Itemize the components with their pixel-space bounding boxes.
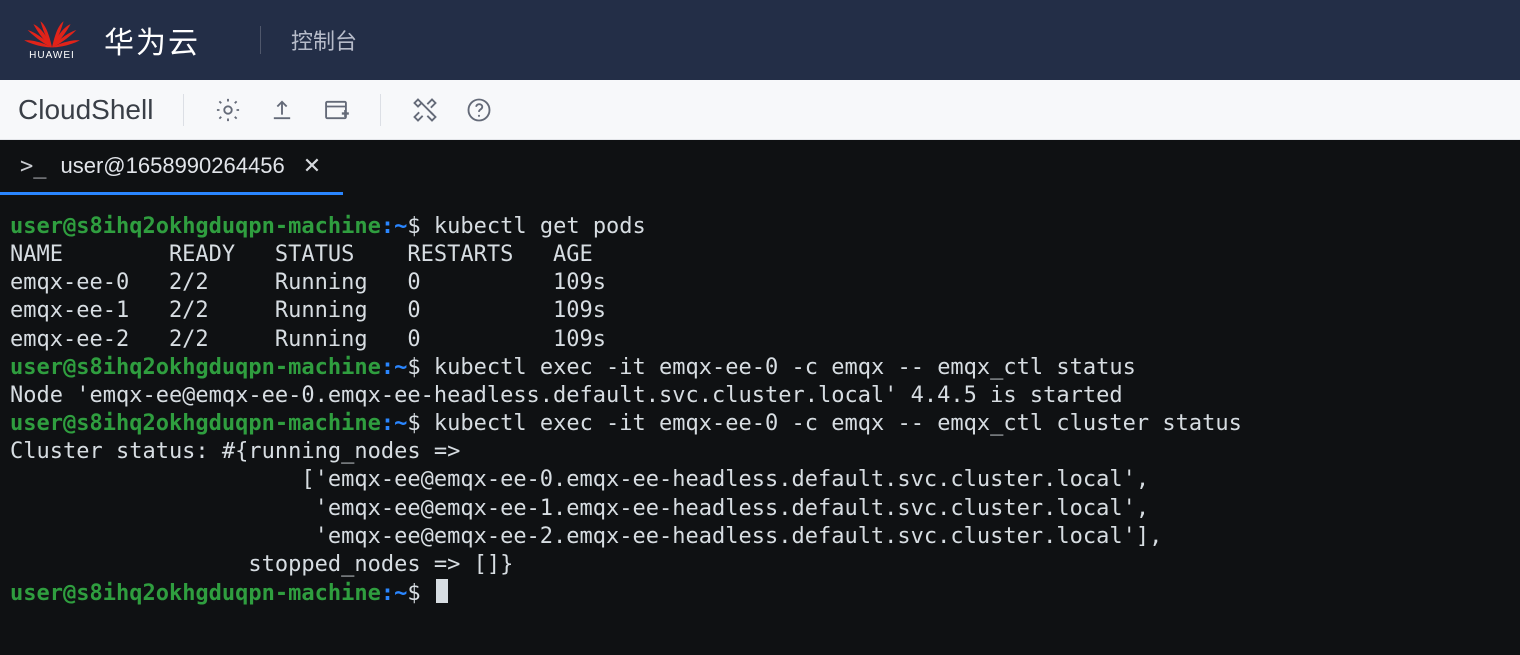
terminal-line: user@s8ihq2okhgduqpn-machine:~$ kubectl … [10,410,1510,438]
terminal-line: user@s8ihq2okhgduqpn-machine:~$ [10,579,1510,608]
header-divider [260,26,261,54]
terminal-line: 'emqx-ee@emqx-ee-1.emqx-ee-headless.defa… [10,495,1510,523]
terminal-line: 'emqx-ee@emqx-ee-2.emqx-ee-headless.defa… [10,523,1510,551]
toolbar-title: CloudShell [18,94,153,126]
cloudshell-toolbar: CloudShell [0,80,1520,140]
terminal-line: user@s8ihq2okhgduqpn-machine:~$ kubectl … [10,354,1510,382]
toolbar-divider-2 [380,94,381,126]
terminal-line: NAME READY STATUS RESTARTS AGE [10,241,1510,269]
console-label[interactable]: 控制台 [291,24,357,56]
upload-icon[interactable] [260,88,304,132]
terminal-cursor [436,579,448,603]
terminal-line: emqx-ee-1 2/2 Running 0 109s [10,297,1510,325]
workspace: >_ user@1658990264456 ✕ user@s8ihq2okhgd… [0,140,1520,655]
terminal-line: user@s8ihq2okhgduqpn-machine:~$ kubectl … [10,213,1510,241]
terminal-line: stopped_nodes => []} [10,551,1510,579]
terminal-pane[interactable]: user@s8ihq2okhgduqpn-machine:~$ kubectl … [0,195,1520,655]
terminal-tabstrip: >_ user@1658990264456 ✕ [0,140,1520,195]
help-icon[interactable] [457,88,501,132]
terminal-line: ['emqx-ee@emqx-ee-0.emqx-ee-headless.def… [10,466,1510,494]
terminal-line: emqx-ee-2 2/2 Running 0 109s [10,326,1510,354]
terminal-line: Cluster status: #{running_nodes => [10,438,1510,466]
huawei-petal-icon [23,19,81,49]
huawei-logo-text: HUAWEI [29,50,75,61]
new-tab-icon[interactable] [314,88,358,132]
terminal-tab[interactable]: >_ user@1658990264456 ✕ [0,140,343,195]
close-icon[interactable]: ✕ [299,153,325,179]
tab-title: user@1658990264456 [61,153,285,179]
terminal-line: Node 'emqx-ee@emqx-ee-0.emqx-ee-headless… [10,382,1510,410]
toolbar-divider [183,94,184,126]
brand-name[interactable]: 华为云 [104,18,200,62]
terminal-line: emqx-ee-0 2/2 Running 0 109s [10,269,1510,297]
tools-icon[interactable] [403,88,447,132]
huawei-logo[interactable]: HUAWEI [22,19,82,61]
tab-prompt-icon: >_ [20,154,47,179]
gear-icon[interactable] [206,88,250,132]
global-header: HUAWEI 华为云 控制台 [0,0,1520,80]
